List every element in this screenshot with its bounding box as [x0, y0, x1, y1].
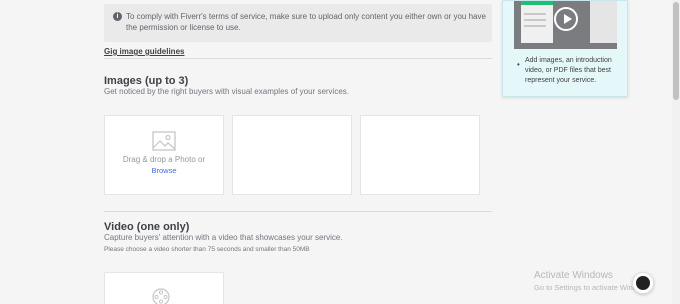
divider: [104, 58, 492, 59]
video-section-note: Please choose a video shorter than 75 se…: [104, 246, 310, 253]
scrollbar-thumb[interactable]: [673, 2, 679, 100]
image-upload-slot-2[interactable]: [232, 115, 352, 195]
tip-text: Add images, an introduction video, or PD…: [525, 57, 612, 84]
intro-video-thumbnail[interactable]: [514, 1, 617, 49]
image-upload-slot-3[interactable]: [360, 115, 480, 195]
photo-icon: [152, 131, 176, 151]
browse-link[interactable]: Browse: [105, 166, 223, 175]
video-section-description: Capture buyers' attention with a video t…: [104, 233, 343, 242]
thumbnail-panel: [521, 1, 553, 43]
thumbnail-line: [524, 19, 546, 21]
film-icon: [152, 288, 170, 304]
gallery-tips-card: • Add images, an introduction video, or …: [502, 0, 628, 97]
thumbnail-panel: [590, 1, 617, 43]
thumbnail-line: [524, 25, 546, 27]
play-icon[interactable]: [554, 7, 578, 31]
info-icon: i: [113, 12, 122, 21]
accessibility-button[interactable]: [632, 272, 654, 294]
thumbnail-header-bar: [521, 1, 553, 5]
video-section-title: Video (one only): [104, 221, 190, 233]
gig-image-guidelines-link[interactable]: Gig image guidelines: [104, 47, 184, 56]
drag-drop-text: Drag & drop a Photo or: [122, 155, 206, 164]
video-upload-slot[interactable]: [104, 272, 224, 304]
images-section-title: Images (up to 3): [104, 75, 189, 87]
play-triangle: [564, 14, 572, 24]
images-section-description: Get noticed by the right buyers with vis…: [104, 87, 349, 96]
divider: [104, 211, 492, 212]
windows-activation-title: Activate Windows: [534, 270, 613, 281]
notice-text: To comply with Fiverr's terms of service…: [126, 12, 486, 32]
image-upload-slot-1[interactable]: Drag & drop a Photo or Browse: [104, 115, 224, 195]
terms-notice: i To comply with Fiverr's terms of servi…: [104, 4, 492, 42]
thumbnail-line: [524, 13, 546, 15]
bullet-icon: •: [517, 60, 520, 69]
accessibility-icon: [636, 276, 650, 290]
